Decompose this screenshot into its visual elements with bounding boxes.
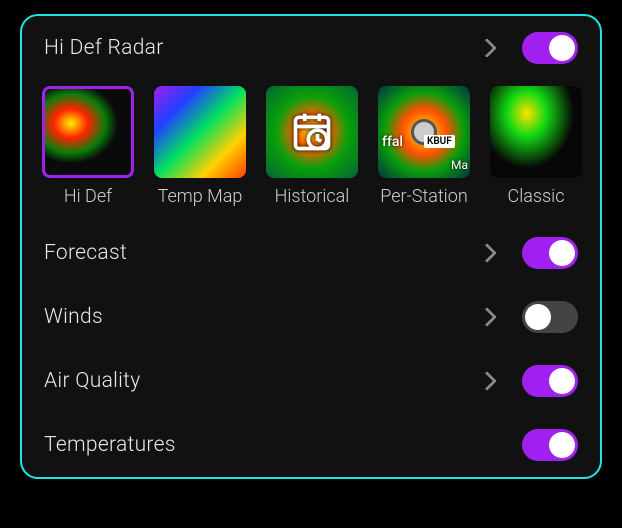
row-label: Air Quality	[44, 369, 480, 393]
row-winds[interactable]: Winds	[22, 285, 600, 349]
chevron-right-icon	[477, 307, 497, 327]
map-text: Ma	[451, 158, 468, 172]
thumb-historical[interactable]: Historical	[266, 86, 358, 207]
row-forecast[interactable]: Forecast	[22, 221, 600, 285]
header-row[interactable]: Hi Def Radar	[22, 16, 600, 80]
radar-thumbnail-icon	[42, 86, 134, 178]
thumb-classic[interactable]: Classic	[490, 86, 582, 207]
thumb-label: Hi Def	[64, 186, 112, 207]
chevron-right-icon	[477, 38, 497, 58]
winds-toggle[interactable]	[522, 301, 578, 333]
toggle-knob	[549, 240, 575, 266]
row-temperatures[interactable]: Temperatures	[22, 413, 600, 477]
toggle-knob	[549, 432, 575, 458]
tempmap-thumbnail-icon	[154, 86, 246, 178]
thumb-label: Per-Station	[380, 186, 467, 207]
station-code-label: KBUF	[424, 135, 455, 148]
airquality-toggle[interactable]	[522, 365, 578, 397]
row-label: Temperatures	[44, 433, 522, 457]
radar-type-thumbnails: Hi Def Temp Map Historical ffal	[22, 80, 600, 221]
temperatures-toggle[interactable]	[522, 429, 578, 461]
header-toggle[interactable]	[522, 32, 578, 64]
chevron-right-icon	[477, 243, 497, 263]
row-airquality[interactable]: Air Quality	[22, 349, 600, 413]
thumb-label: Classic	[508, 186, 565, 207]
row-label: Forecast	[44, 241, 480, 265]
thumb-tempmap[interactable]: Temp Map	[154, 86, 246, 207]
thumb-hidef[interactable]: Hi Def	[42, 86, 134, 207]
toggle-knob	[549, 35, 575, 61]
row-label: Winds	[44, 305, 480, 329]
forecast-toggle[interactable]	[522, 237, 578, 269]
header-title: Hi Def Radar	[44, 36, 480, 60]
map-text: ffal	[382, 134, 403, 150]
thumb-perstation[interactable]: ffal KBUF Ma Per-Station	[378, 86, 470, 207]
settings-panel: Hi Def Radar Hi Def Temp Map	[20, 14, 602, 479]
toggle-knob	[525, 304, 551, 330]
chevron-right-icon	[477, 371, 497, 391]
thumb-label: Historical	[275, 186, 350, 207]
thumb-label: Temp Map	[158, 186, 243, 207]
classic-thumbnail-icon	[490, 86, 582, 178]
calendar-history-icon	[290, 110, 334, 154]
historical-thumbnail-icon	[266, 86, 358, 178]
perstation-thumbnail-icon: ffal KBUF Ma	[378, 86, 470, 178]
toggle-knob	[549, 368, 575, 394]
